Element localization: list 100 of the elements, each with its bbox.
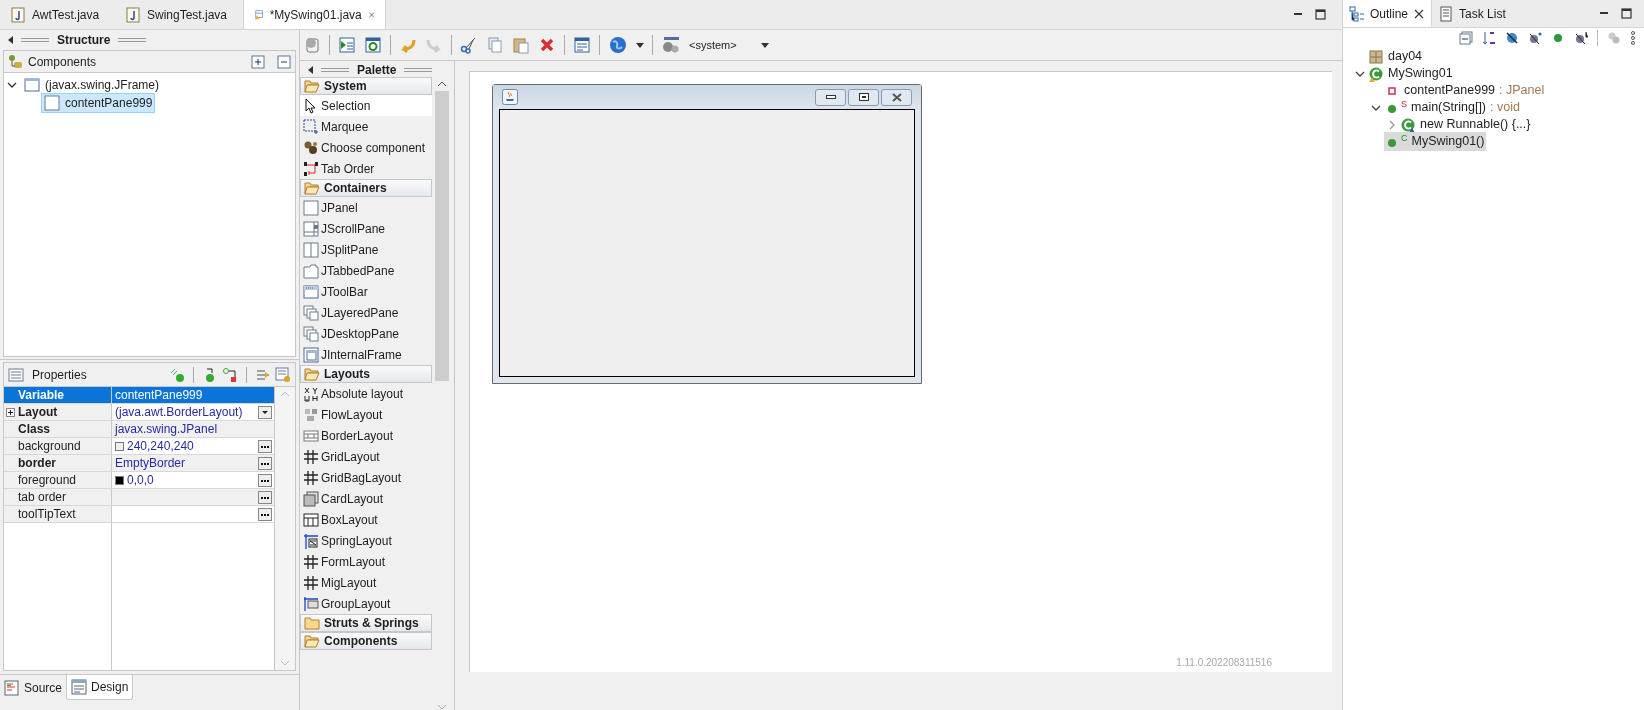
paste-icon[interactable] [512,36,530,54]
hide-local-icon[interactable] [1574,31,1588,45]
box-layout-icon [303,511,319,528]
palette-item[interactable]: Choose component [300,137,432,158]
globe-icon[interactable] [608,35,628,55]
outline-item[interactable]: new Runnable() {...} [1400,115,1533,134]
scroll-up-icon[interactable] [437,81,447,87]
palette-category[interactable]: System [300,77,432,95]
maximize-button[interactable] [848,88,879,106]
outline-icon [1349,5,1365,22]
outline-item[interactable]: MySwing01 [1368,64,1455,83]
version-label: 1.11.0.202208311516 [1176,656,1272,670]
editor-tab[interactable]: *MySwing01.java [243,0,386,29]
palette-item[interactable]: MigLayout [300,572,432,593]
outline-item[interactable]: S main(String[]) : void [1384,98,1522,117]
panel-title: Structure [57,32,111,49]
editor-tab[interactable]: AwtTest.java [0,0,115,29]
scrollbar-thumb[interactable] [435,91,449,381]
open-folder-icon [304,180,320,196]
toolbar-icon[interactable] [169,366,185,383]
palette-item[interactable]: FormLayout [300,551,432,572]
toolbar-icon[interactable] [338,36,356,54]
palette-item[interactable]: Marquee [300,116,432,137]
collapse-arrow-icon[interactable] [8,36,13,44]
palette-item[interactable]: GroupLayout [300,593,432,614]
property-value[interactable]: (java.awt.BorderLayout) [112,404,274,420]
cut-icon[interactable] [460,36,478,54]
property-value[interactable]: 0,0,0 [112,472,274,488]
palette-category[interactable]: Containers [300,179,432,197]
task-list-icon [1438,5,1455,22]
close-icon [1413,7,1426,20]
dropdown-button[interactable] [258,405,272,419]
property-value[interactable]: contentPane999 [112,387,274,403]
outline-item[interactable]: day04 [1368,47,1425,66]
palette-item[interactable]: JPanel [300,197,432,218]
maximize-icon[interactable] [1621,8,1632,19]
more-icon[interactable] [1630,31,1636,45]
minimize-button[interactable] [815,88,846,106]
collapse-all-icon[interactable] [277,54,291,69]
expand-all-icon[interactable] [251,54,265,69]
palette-item[interactable]: FlowLayout [300,404,432,425]
card-layout-icon [303,490,319,507]
class-icon [1368,65,1384,82]
palette-item[interactable]: Selection [300,95,432,116]
tree-item[interactable]: contentPane999 [41,93,156,113]
toolbar-icon[interactable] [573,36,591,54]
palette-item[interactable]: SpringLayout [300,530,432,551]
ellipsis-button[interactable] [258,473,272,487]
palette-category[interactable]: Layouts [300,365,432,383]
editor-tab[interactable]: SwingTest.java [115,0,243,29]
delete-icon[interactable] [538,36,556,54]
ellipsis-button[interactable] [258,490,272,504]
palette-item[interactable]: GridLayout [300,446,432,467]
toolbar-icon[interactable] [222,366,238,383]
maximize-icon [858,93,869,101]
maximize-icon[interactable] [1315,9,1326,20]
package-icon [1368,48,1384,65]
split-pane-icon [303,241,319,258]
expand-icon[interactable] [6,407,15,417]
palette-item[interactable]: GridBagLayout [300,467,432,488]
palette-item[interactable]: JToolBar [300,281,432,302]
ellipsis-button[interactable] [258,439,272,453]
view-tab[interactable]: Task List [1432,0,1512,27]
property-name: Variable [4,387,112,403]
scroll-pane-icon [303,220,319,237]
palette-category[interactable]: Struts & Springs [300,614,432,632]
dropdown-icon[interactable] [636,42,644,48]
property-name: background [4,438,112,454]
view-tab[interactable]: Source [0,675,67,700]
locale-dropdown[interactable]: <system> [661,36,777,54]
refresh-icon[interactable] [364,36,382,54]
sort-icon[interactable] [1482,31,1496,45]
ellipsis-button[interactable] [258,456,272,470]
palette-item[interactable]: JDesktopPane [300,323,432,344]
palette-item[interactable]: Absolute layout [300,383,432,404]
palette-item[interactable]: BoxLayout [300,509,432,530]
outline-item[interactable]: contentPane999 : JPanel [1384,81,1547,100]
palette-item[interactable]: Tab Order [300,158,432,179]
view-tab[interactable]: Design [66,675,134,700]
hide-fields-icon[interactable] [1505,31,1519,45]
close-button[interactable] [881,88,912,106]
palette-item[interactable]: JLayeredPane [300,302,432,323]
outline-item[interactable]: C MySwing01() [1384,132,1487,151]
property-value[interactable]: 240,240,240 [112,438,274,454]
palette-item[interactable]: JScrollPane [300,218,432,239]
public-member-icon[interactable] [1551,31,1565,45]
collapse-all-icon[interactable] [1459,31,1473,45]
hide-static-icon[interactable] [1528,31,1542,45]
ellipsis-button[interactable] [258,507,272,521]
palette-item[interactable]: CardLayout [300,488,432,509]
palette-item[interactable]: JInternalFrame [300,344,432,365]
palette-category[interactable]: Components [300,632,432,650]
palette-item[interactable]: JSplitPane [300,239,432,260]
expand-chevron-icon[interactable] [7,80,17,90]
view-tab[interactable]: Outline [1343,0,1433,27]
property-value[interactable]: javax.swing.JPanel [112,421,274,437]
palette-item[interactable]: BorderLayout [300,425,432,446]
palette-item[interactable]: JTabbedPane [300,260,432,281]
property-value[interactable]: EmptyBorder [112,455,274,471]
tree-item[interactable]: (javax.swing.JFrame) [21,75,163,95]
